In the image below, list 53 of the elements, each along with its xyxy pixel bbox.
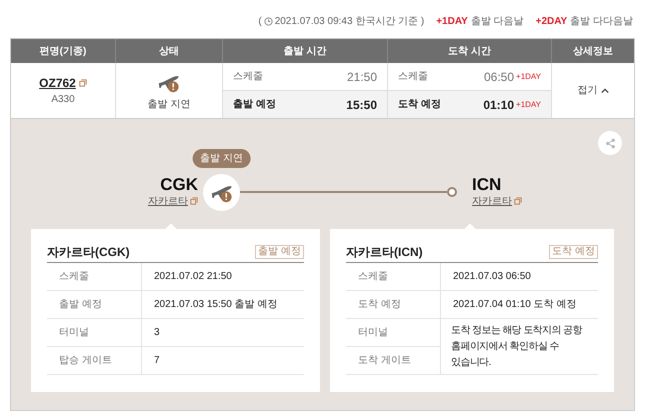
status-text: 출발 지연 <box>148 98 190 112</box>
row-label: 터미널 <box>47 319 142 347</box>
row-label: 스케줄 <box>47 263 142 291</box>
reference-time: 2021.07.03 09:43 한국시간 기준 ) <box>274 14 424 28</box>
time-value: 21:50 <box>346 68 377 86</box>
row-value: 2021.07.02 21:50 <box>142 263 304 291</box>
time-value: 06:50 <box>484 68 514 86</box>
status-tag: 출발 예정 <box>255 244 304 258</box>
card-title: 자카르타(ICN) <box>346 244 423 260</box>
row-label: 터미널 <box>346 319 441 347</box>
row-label: 도착 예정 <box>346 291 441 319</box>
city-link[interactable]: 자카르타 <box>148 194 188 208</box>
copy-icon <box>78 79 87 87</box>
legend-text: 출발 다다음날 <box>570 14 633 28</box>
row-label: 도착 게이트 <box>346 347 441 375</box>
card-title: 자카르타(CGK) <box>47 244 130 260</box>
time-label: 스케줄 <box>233 70 263 84</box>
city-link[interactable]: 자카르타 <box>472 194 512 208</box>
aircraft-type: A330 <box>51 93 75 107</box>
airport-code: CGK <box>160 176 198 194</box>
clock-icon <box>264 16 273 26</box>
info-note: 도착 정보는 해당 도착지의 공항 홈페이지에서 확인하실 수 있습니다. <box>440 319 598 375</box>
row-label: 스케줄 <box>346 263 441 291</box>
row-value: 7 <box>142 347 304 375</box>
time-label: 스케줄 <box>398 70 428 84</box>
row-value: 2021.07.03 15:50 출발 예정 <box>142 291 304 319</box>
row-value: 3 <box>142 319 304 347</box>
day-tag: +2DAY <box>536 14 568 28</box>
day-tag: +1DAY <box>516 70 541 82</box>
row-label: 출발 예정 <box>47 291 142 319</box>
copy-icon <box>514 197 522 205</box>
destination-marker <box>447 187 457 197</box>
day-tag: +1DAY <box>516 98 541 110</box>
time-label: 출발 예정 <box>233 98 276 112</box>
time-value: 01:10 <box>483 96 514 114</box>
day-tag: +1DAY <box>436 14 468 28</box>
airport-code: ICN <box>472 176 502 194</box>
time-value: 15:50 <box>346 96 377 114</box>
copy-icon <box>190 197 198 205</box>
column-header: 상세정보 <box>572 44 614 58</box>
row-value: 2021.07.04 01:10 도착 예정 <box>440 291 598 319</box>
chevron-up-icon <box>600 86 608 94</box>
row-value: 2021.07.03 06:50 <box>440 263 598 291</box>
share-button[interactable] <box>598 131 622 155</box>
row-label: 탑승 게이트 <box>47 347 142 375</box>
share-icon <box>604 138 616 148</box>
time-label: 도착 예정 <box>398 98 441 112</box>
status-badge: 출발 지연 <box>192 148 251 168</box>
flight-number-link[interactable]: OZ762 <box>39 74 76 92</box>
status-tag: 도착 예정 <box>549 244 598 258</box>
paren-text: ( <box>258 14 262 28</box>
collapse-toggle[interactable]: 접기 <box>578 83 608 98</box>
legend-text: 출발 다음날 <box>470 14 524 28</box>
